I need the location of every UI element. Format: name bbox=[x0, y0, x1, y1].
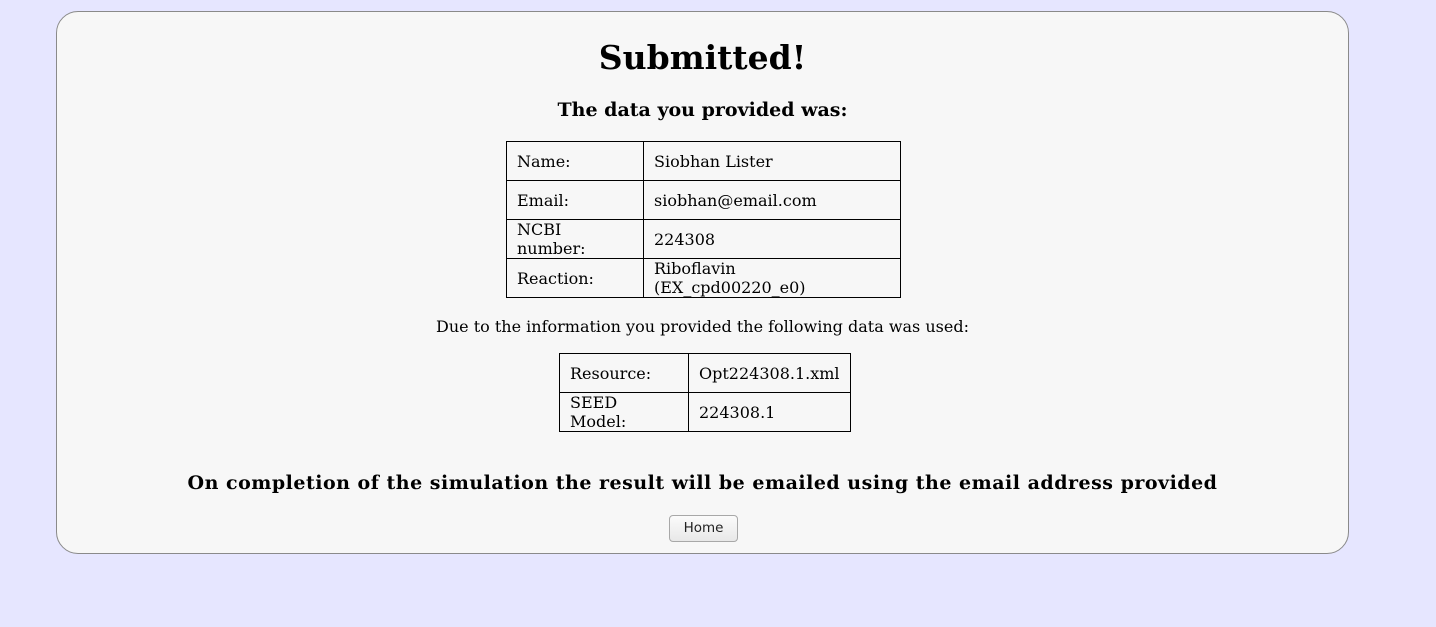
reaction-label: Reaction: bbox=[506, 258, 644, 298]
seed-model-value: 224308.1 bbox=[688, 392, 851, 432]
name-value: Siobhan Lister bbox=[643, 141, 901, 181]
table-row: NCBI number: 224308 bbox=[506, 219, 901, 259]
used-data-table: Resource: Opt224308.1.xml SEED Model: 22… bbox=[559, 353, 851, 432]
used-data-note: Due to the information you provided the … bbox=[436, 317, 969, 336]
reaction-value: Riboflavin (EX_cpd00220_e0) bbox=[643, 258, 901, 298]
table-row: SEED Model: 224308.1 bbox=[559, 392, 851, 432]
completion-message: On completion of the simulation the resu… bbox=[187, 472, 1218, 494]
email-value: siobhan@email.com bbox=[643, 180, 901, 220]
resource-label: Resource: bbox=[559, 353, 689, 393]
ncbi-number-label: NCBI number: bbox=[506, 219, 644, 259]
submission-panel: Submitted! The data you provided was: Na… bbox=[56, 11, 1349, 554]
table-row: Name: Siobhan Lister bbox=[506, 141, 901, 181]
table-row: Reaction: Riboflavin (EX_cpd00220_e0) bbox=[506, 258, 901, 298]
home-button[interactable]: Home bbox=[669, 515, 738, 542]
provided-data-heading: The data you provided was: bbox=[557, 99, 848, 121]
page-title: Submitted! bbox=[598, 38, 807, 77]
seed-model-label: SEED Model: bbox=[559, 392, 689, 432]
provided-data-table: Name: Siobhan Lister Email: siobhan@emai… bbox=[506, 141, 901, 298]
name-label: Name: bbox=[506, 141, 644, 181]
email-label: Email: bbox=[506, 180, 644, 220]
ncbi-number-value: 224308 bbox=[643, 219, 901, 259]
table-row: Email: siobhan@email.com bbox=[506, 180, 901, 220]
resource-value: Opt224308.1.xml bbox=[688, 353, 851, 393]
table-row: Resource: Opt224308.1.xml bbox=[559, 353, 851, 393]
